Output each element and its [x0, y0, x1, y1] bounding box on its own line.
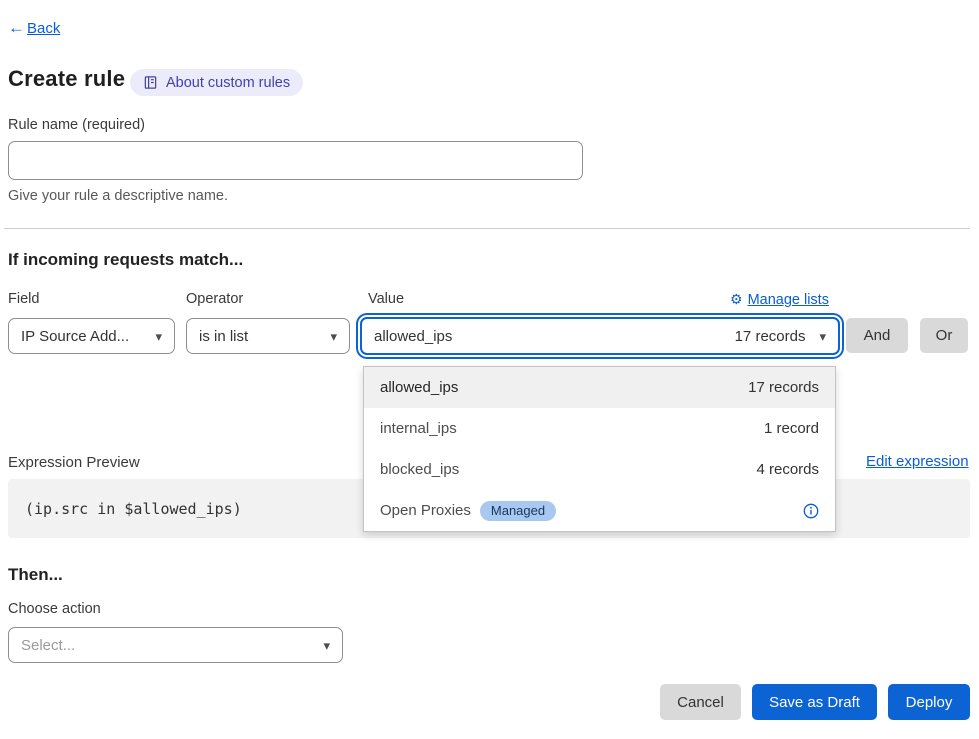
manage-lists-label: Manage lists: [748, 292, 829, 308]
value-select[interactable]: allowed_ips 17 records ▾: [360, 317, 840, 355]
cancel-button[interactable]: Cancel: [660, 684, 741, 720]
list-item-internal-ips[interactable]: internal_ips 1 record: [364, 408, 835, 449]
deploy-button[interactable]: Deploy: [888, 684, 970, 720]
list-item-count: 17 records: [748, 379, 819, 396]
chevron-down-icon: ▾: [819, 330, 826, 343]
rule-name-input[interactable]: [8, 141, 583, 180]
then-section-heading: Then...: [8, 565, 63, 585]
choose-action-label: Choose action: [8, 601, 101, 617]
section-divider: [4, 228, 970, 229]
value-select-record-count: 17 records: [735, 328, 806, 345]
list-item-blocked-ips[interactable]: blocked_ips 4 records: [364, 449, 835, 490]
chevron-down-icon: ▾: [323, 639, 330, 652]
list-item-name: blocked_ips: [380, 461, 459, 478]
edit-expression-link[interactable]: Edit expression: [866, 453, 969, 470]
book-icon: [143, 75, 158, 90]
list-item-count: 4 records: [756, 461, 819, 478]
field-column-label: Field: [8, 291, 39, 307]
list-item-allowed-ips[interactable]: allowed_ips 17 records: [364, 367, 835, 408]
managed-badge: Managed: [480, 501, 556, 521]
about-custom-rules-link[interactable]: About custom rules: [130, 69, 303, 96]
page-title: Create rule: [8, 66, 125, 92]
operator-select[interactable]: is in list ▾: [186, 318, 350, 354]
list-item-name: allowed_ips: [380, 379, 458, 396]
list-item-name: Open Proxies: [380, 502, 471, 519]
action-select-placeholder: Select...: [21, 637, 75, 654]
value-column-label: Value: [368, 291, 404, 307]
back-link-label: Back: [27, 20, 60, 37]
list-item-open-proxies[interactable]: Open Proxies Managed: [364, 490, 835, 531]
about-badge-label: About custom rules: [166, 75, 290, 91]
list-item-name: internal_ips: [380, 420, 457, 437]
chevron-down-icon: ▾: [330, 330, 337, 343]
field-select-value: IP Source Add...: [21, 328, 129, 345]
chevron-down-icon: ▾: [155, 330, 162, 343]
operator-select-value: is in list: [199, 328, 248, 345]
list-item-count: 1 record: [764, 420, 819, 437]
info-icon[interactable]: [803, 503, 819, 519]
back-link[interactable]: ← Back: [8, 18, 60, 38]
back-arrow-icon: ←: [8, 18, 25, 38]
gear-icon: ⚙: [730, 291, 743, 308]
value-dropdown-panel: allowed_ips 17 records internal_ips 1 re…: [363, 366, 836, 532]
match-section-heading: If incoming requests match...: [8, 250, 243, 270]
field-select[interactable]: IP Source Add... ▾: [8, 318, 175, 354]
rule-name-label: Rule name (required): [8, 117, 145, 133]
value-select-name: allowed_ips: [374, 328, 452, 345]
expression-code: (ip.src in $allowed_ips): [25, 500, 242, 518]
or-button[interactable]: Or: [920, 318, 968, 353]
operator-column-label: Operator: [186, 291, 243, 307]
manage-lists-link[interactable]: ⚙ Manage lists: [730, 291, 829, 308]
and-button[interactable]: And: [846, 318, 908, 353]
action-select[interactable]: Select... ▾: [8, 627, 343, 663]
save-as-draft-button[interactable]: Save as Draft: [752, 684, 877, 720]
rule-name-helper-text: Give your rule a descriptive name.: [8, 188, 228, 204]
expression-preview-label: Expression Preview: [8, 454, 140, 471]
create-rule-page: ← Back Create rule About custom rules Ru…: [0, 0, 979, 739]
